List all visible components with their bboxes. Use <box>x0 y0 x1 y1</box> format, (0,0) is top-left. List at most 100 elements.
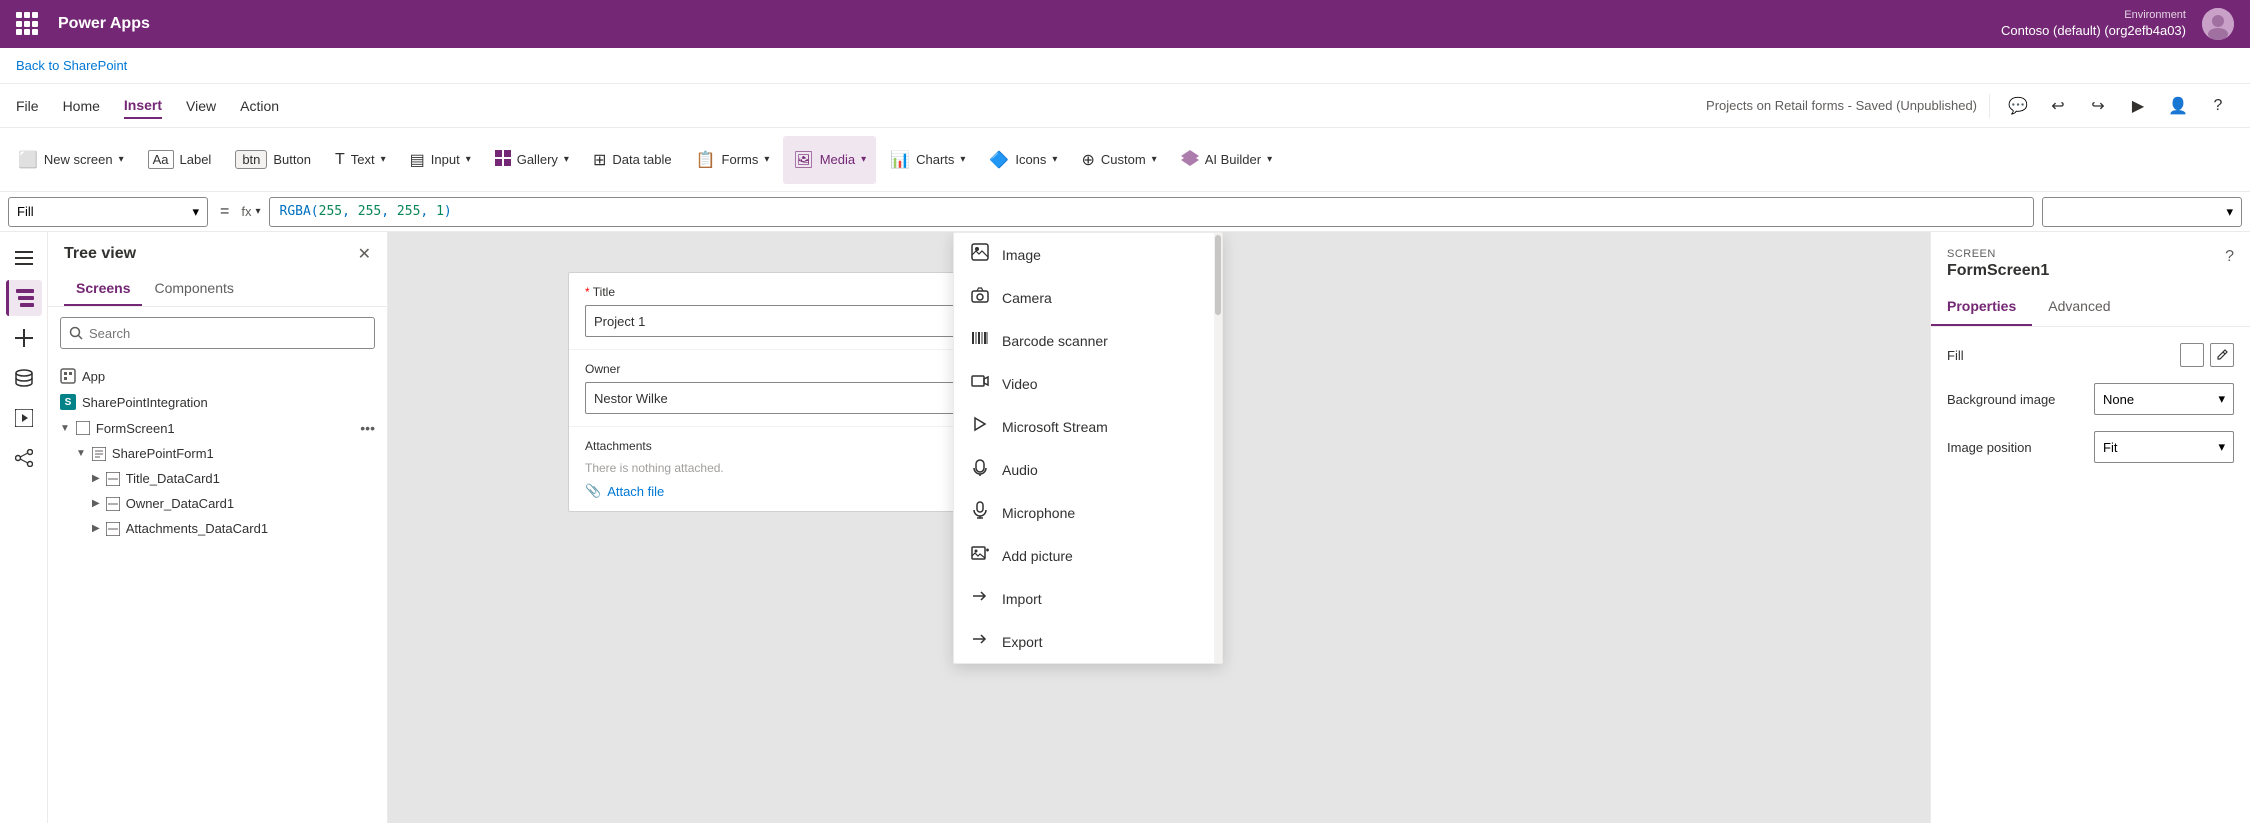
menu-view[interactable]: View <box>186 94 216 118</box>
gallery-caret: ▾ <box>564 154 569 165</box>
charts-button[interactable]: 📊 Charts ▾ <box>880 136 975 184</box>
data-table-label: Data table <box>612 152 671 167</box>
play-icon[interactable]: ▶ <box>2122 90 2154 122</box>
menu-insert[interactable]: Insert <box>124 93 162 119</box>
gallery-label: Gallery <box>517 152 558 167</box>
tree-item-sharepoint-integration[interactable]: S SharePointIntegration <box>48 389 387 415</box>
import-icon <box>970 587 990 610</box>
dropdown-item-microphone[interactable]: Microphone <box>954 491 1222 534</box>
tree-view-icon[interactable] <box>6 280 42 316</box>
dropdown-item-camera[interactable]: Camera <box>954 276 1222 319</box>
comments-icon[interactable]: 💬 <box>2002 90 2034 122</box>
tree-item-formscreen1[interactable]: ▼ FormScreen1 ••• <box>48 415 387 441</box>
top-bar: Power Apps Environment Contoso (default)… <box>0 0 2250 48</box>
media-sidebar-icon[interactable] <box>6 400 42 436</box>
tree-header: Tree view ✕ <box>48 232 387 272</box>
ai-builder-button[interactable]: AI Builder ▾ <box>1171 136 1282 184</box>
formula-property-caret: ▾ <box>192 204 199 220</box>
connections-icon[interactable] <box>6 440 42 476</box>
tree-item-attachments-datacard1[interactable]: ▶ Attachments_DataCard1 <box>48 516 387 541</box>
dropdown-scrollbar[interactable] <box>1214 233 1222 663</box>
right-panel-tabs: Properties Advanced <box>1931 288 2250 327</box>
tree-search-input[interactable] <box>89 326 366 341</box>
data-icon[interactable] <box>6 360 42 396</box>
datacard-icon-3 <box>106 522 120 536</box>
dropdown-item-video[interactable]: Video <box>954 362 1222 405</box>
tree-tab-components[interactable]: Components <box>142 272 245 306</box>
breadcrumb-link[interactable]: Back to SharePoint <box>16 58 127 73</box>
media-button[interactable]: 🖼 Media ▾ <box>783 136 876 184</box>
help-icon[interactable]: ? <box>2202 90 2234 122</box>
datacard-icon-2 <box>106 497 120 511</box>
tree-item-formscreen1-label: FormScreen1 <box>96 421 175 436</box>
gallery-button[interactable]: Gallery ▾ <box>485 136 579 184</box>
label-label: Label <box>180 152 212 167</box>
user-icon[interactable]: 👤 <box>2162 90 2194 122</box>
formula-property-dropdown[interactable]: Fill ▾ <box>8 197 208 227</box>
dropdown-item-barcode-scanner[interactable]: Barcode scanner <box>954 319 1222 362</box>
sidebar-toggle-icon[interactable] <box>6 240 42 276</box>
formula-text: RGBA(255, 255, 255, 1) <box>280 204 452 219</box>
label-icon: Aa <box>148 150 174 169</box>
input-caret: ▾ <box>466 154 471 165</box>
data-table-button[interactable]: ⊞ Data table <box>583 136 682 184</box>
button-label: Button <box>273 152 311 167</box>
help-button[interactable]: ? <box>2225 248 2234 266</box>
tree-close-button[interactable]: ✕ <box>358 244 371 264</box>
avatar[interactable] <box>2202 8 2234 40</box>
tree-tabs: Screens Components <box>48 272 387 307</box>
image-label: Image <box>1002 247 1041 263</box>
tree-item-title-datacard1[interactable]: ▶ Title_DataCard1 <box>48 466 387 491</box>
tree-item-owner-datacard1[interactable]: ▶ Owner_DataCard1 <box>48 491 387 516</box>
text-caret: ▾ <box>381 154 386 165</box>
plus-icon[interactable] <box>6 320 42 356</box>
fill-color-swatch[interactable] <box>2180 343 2204 367</box>
tree-item-sharepoint-label: SharePointIntegration <box>82 395 208 410</box>
tree-title: Tree view <box>64 245 136 263</box>
menu-action[interactable]: Action <box>240 94 279 118</box>
tree-search-box[interactable] <box>60 317 375 349</box>
background-image-dropdown[interactable]: None ▾ <box>2094 383 2234 415</box>
tree-item-app[interactable]: App <box>48 363 387 389</box>
icons-button[interactable]: 🔷 Icons ▾ <box>979 136 1067 184</box>
formula-fx-area: fx ▾ <box>241 204 260 219</box>
microsoft-stream-label: Microsoft Stream <box>1002 419 1108 435</box>
menu-home[interactable]: Home <box>63 94 100 118</box>
dropdown-item-audio[interactable]: Audio <box>954 448 1222 491</box>
media-caret: ▾ <box>861 154 866 165</box>
menu-file[interactable]: File <box>16 94 39 118</box>
fill-prop-row: Fill <box>1947 343 2234 367</box>
tree-tab-screens[interactable]: Screens <box>64 272 142 306</box>
text-button[interactable]: T Text ▾ <box>325 136 396 184</box>
button-button[interactable]: btn Button <box>225 136 321 184</box>
custom-caret: ▾ <box>1152 154 1157 165</box>
env-name: Contoso (default) (org2efb4a03) <box>2001 23 2186 40</box>
icons-label: Icons <box>1015 152 1046 167</box>
dropdown-item-add-picture[interactable]: Add picture <box>954 534 1222 577</box>
dropdown-item-microsoft-stream[interactable]: Microsoft Stream <box>954 405 1222 448</box>
new-screen-button[interactable]: ⬜ New screen ▾ <box>8 136 134 184</box>
dropdown-item-image[interactable]: Image <box>954 233 1222 276</box>
waffle-icon[interactable] <box>16 12 40 36</box>
environment-info: Environment Contoso (default) (org2efb4a… <box>2001 8 2186 39</box>
redo-icon[interactable]: ↪ <box>2082 90 2114 122</box>
image-position-dropdown[interactable]: Fit ▾ <box>2094 431 2234 463</box>
undo-icon[interactable]: ↩ <box>2042 90 2074 122</box>
dropdown-item-export[interactable]: Export <box>954 620 1222 663</box>
fill-eyedropper-icon[interactable] <box>2210 343 2234 367</box>
right-tab-properties[interactable]: Properties <box>1931 288 2032 326</box>
tree-panel: Tree view ✕ Screens Components App S Sha… <box>48 232 388 823</box>
label-button[interactable]: Aa Label <box>138 136 222 184</box>
custom-button[interactable]: ⊕ Custom ▾ <box>1071 136 1166 184</box>
image-icon <box>970 243 990 266</box>
tree-item-sharepointform1[interactable]: ▼ SharePointForm1 <box>48 441 387 466</box>
formula-right-dropdown[interactable]: ▾ <box>2042 197 2242 227</box>
input-button[interactable]: ▤ Input ▾ <box>400 136 481 184</box>
dropdown-item-import[interactable]: Import <box>954 577 1222 620</box>
custom-label: Custom <box>1101 152 1146 167</box>
formscreen1-ellipsis[interactable]: ••• <box>360 420 375 436</box>
microphone-icon <box>970 501 990 524</box>
right-tab-advanced[interactable]: Advanced <box>2032 288 2126 326</box>
formula-input[interactable]: RGBA(255, 255, 255, 1) <box>269 197 2035 227</box>
forms-button[interactable]: 📋 Forms ▾ <box>686 136 780 184</box>
